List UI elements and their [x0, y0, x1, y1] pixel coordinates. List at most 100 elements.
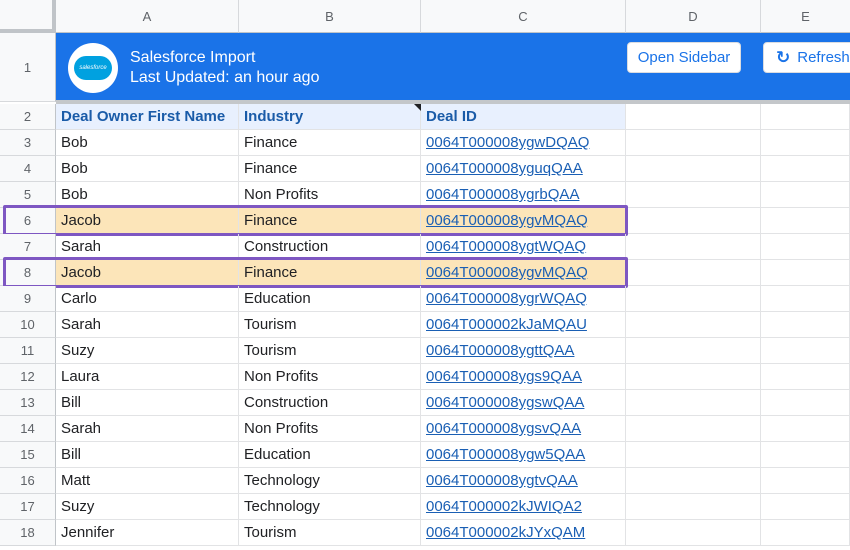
empty-cell[interactable]	[761, 520, 850, 546]
row-header[interactable]: 15	[0, 442, 56, 468]
empty-cell[interactable]	[761, 130, 850, 156]
column-title[interactable]: Industry	[239, 104, 421, 130]
empty-cell[interactable]	[761, 468, 850, 494]
deal-id-link[interactable]: 0064T000008ygsvQAA	[421, 416, 626, 442]
empty-cell[interactable]	[761, 494, 850, 520]
deal-id-link[interactable]: 0064T000008ygw5QAA	[421, 442, 626, 468]
column-title[interactable]: Deal Owner First Name	[56, 104, 239, 130]
deal-id-text[interactable]: 0064T000008ygttQAA	[426, 342, 574, 359]
empty-cell[interactable]	[761, 260, 850, 286]
row-header[interactable]: 2	[0, 104, 56, 130]
empty-cell[interactable]	[761, 286, 850, 312]
empty-cell[interactable]	[761, 182, 850, 208]
empty-cell[interactable]	[626, 390, 761, 416]
empty-cell[interactable]	[761, 364, 850, 390]
empty-cell[interactable]	[626, 364, 761, 390]
deal-id-text[interactable]: 0064T000008ygsvQAA	[426, 420, 581, 437]
deal-id-link[interactable]: 0064T000008ygswQAA	[421, 390, 626, 416]
empty-cell[interactable]	[761, 338, 850, 364]
empty-cell[interactable]	[761, 104, 850, 130]
row-header[interactable]: 16	[0, 468, 56, 494]
column-header-b[interactable]: B	[239, 0, 421, 33]
row-header[interactable]: 13	[0, 390, 56, 416]
deal-id-text[interactable]: 0064T000002kJaMQAU	[426, 316, 587, 333]
empty-cell[interactable]	[761, 156, 850, 182]
deal-id-text[interactable]: 0064T000008ygrWQAQ	[426, 290, 587, 307]
industry-cell[interactable]: Tourism	[239, 520, 421, 546]
empty-cell[interactable]	[626, 338, 761, 364]
empty-cell[interactable]	[761, 442, 850, 468]
empty-cell[interactable]	[761, 208, 850, 234]
column-header-e[interactable]: E	[761, 0, 850, 33]
deal-id-link[interactable]: 0064T000008ygwDQAQ	[421, 130, 626, 156]
empty-cell[interactable]	[626, 260, 761, 286]
owner-cell[interactable]: Sarah	[56, 416, 239, 442]
owner-cell[interactable]: Sarah	[56, 312, 239, 338]
open-sidebar-button[interactable]: Open Sidebar	[627, 42, 741, 73]
column-header-c[interactable]: C	[421, 0, 626, 33]
row-header[interactable]: 18	[0, 520, 56, 546]
industry-cell[interactable]: Education	[239, 286, 421, 312]
deal-id-text[interactable]: 0064T000002kJYxQAM	[426, 524, 585, 541]
industry-cell[interactable]: Tourism	[239, 312, 421, 338]
industry-cell[interactable]: Technology	[239, 468, 421, 494]
deal-id-text[interactable]: 0064T000008ygs9QAA	[426, 368, 582, 385]
industry-cell[interactable]: Non Profits	[239, 416, 421, 442]
column-header-d[interactable]: D	[626, 0, 761, 33]
owner-cell[interactable]: Suzy	[56, 494, 239, 520]
empty-cell[interactable]	[626, 520, 761, 546]
deal-id-text[interactable]: 0064T000008ygtWQAQ	[426, 238, 586, 255]
refresh-button[interactable]: ↻ Refresh	[763, 42, 850, 73]
empty-cell[interactable]	[626, 494, 761, 520]
industry-cell[interactable]: Construction	[239, 390, 421, 416]
empty-cell[interactable]	[626, 182, 761, 208]
deal-id-text[interactable]: 0064T000008ygrbQAA	[426, 186, 579, 203]
owner-cell[interactable]: Carlo	[56, 286, 239, 312]
deal-id-link[interactable]: 0064T000008ygrWQAQ	[421, 286, 626, 312]
row-header[interactable]: 10	[0, 312, 56, 338]
deal-id-text[interactable]: 0064T000008ygswQAA	[426, 394, 584, 411]
deal-id-link[interactable]: 0064T000002kJYxQAM	[421, 520, 626, 546]
empty-cell[interactable]	[626, 104, 761, 130]
column-title[interactable]: Deal ID	[421, 104, 626, 130]
deal-id-link[interactable]: 0064T000008ygttQAA	[421, 338, 626, 364]
deal-id-text[interactable]: 0064T000008yguqQAA	[426, 160, 583, 177]
row-header[interactable]: 12	[0, 364, 56, 390]
deal-id-link[interactable]: 0064T000002kJaMQAU	[421, 312, 626, 338]
deal-id-link[interactable]: 0064T000002kJWIQA2	[421, 494, 626, 520]
row-header[interactable]: 4	[0, 156, 56, 182]
deal-id-link[interactable]: 0064T000008ygs9QAA	[421, 364, 626, 390]
empty-cell[interactable]	[626, 234, 761, 260]
deal-id-link[interactable]: 0064T000008ygtvQAA	[421, 468, 626, 494]
empty-cell[interactable]	[626, 208, 761, 234]
industry-cell[interactable]: Finance	[239, 130, 421, 156]
empty-cell[interactable]	[626, 442, 761, 468]
owner-cell[interactable]: Bob	[56, 156, 239, 182]
industry-cell[interactable]: Tourism	[239, 338, 421, 364]
industry-cell[interactable]: Education	[239, 442, 421, 468]
empty-cell[interactable]	[626, 130, 761, 156]
owner-cell[interactable]: Bill	[56, 390, 239, 416]
deal-id-text[interactable]: 0064T000008ygwDQAQ	[426, 134, 589, 151]
empty-cell[interactable]	[626, 156, 761, 182]
industry-cell[interactable]: Technology	[239, 494, 421, 520]
empty-cell[interactable]	[626, 468, 761, 494]
empty-cell[interactable]	[626, 416, 761, 442]
empty-cell[interactable]	[761, 312, 850, 338]
empty-cell[interactable]	[761, 416, 850, 442]
owner-cell[interactable]: Laura	[56, 364, 239, 390]
empty-cell[interactable]	[761, 234, 850, 260]
empty-cell[interactable]	[626, 312, 761, 338]
industry-cell[interactable]: Non Profits	[239, 364, 421, 390]
deal-id-link[interactable]: 0064T000008yguqQAA	[421, 156, 626, 182]
row-header[interactable]: 9	[0, 286, 56, 312]
row-header[interactable]: 11	[0, 338, 56, 364]
owner-cell[interactable]: Jennifer	[56, 520, 239, 546]
column-header-a[interactable]: A	[56, 0, 239, 33]
select-all-corner[interactable]	[0, 0, 56, 33]
row-header[interactable]: 17	[0, 494, 56, 520]
owner-cell[interactable]: Bill	[56, 442, 239, 468]
deal-id-text[interactable]: 0064T000008ygtvQAA	[426, 472, 578, 489]
owner-cell[interactable]: Matt	[56, 468, 239, 494]
deal-id-text[interactable]: 0064T000008ygw5QAA	[426, 446, 585, 463]
